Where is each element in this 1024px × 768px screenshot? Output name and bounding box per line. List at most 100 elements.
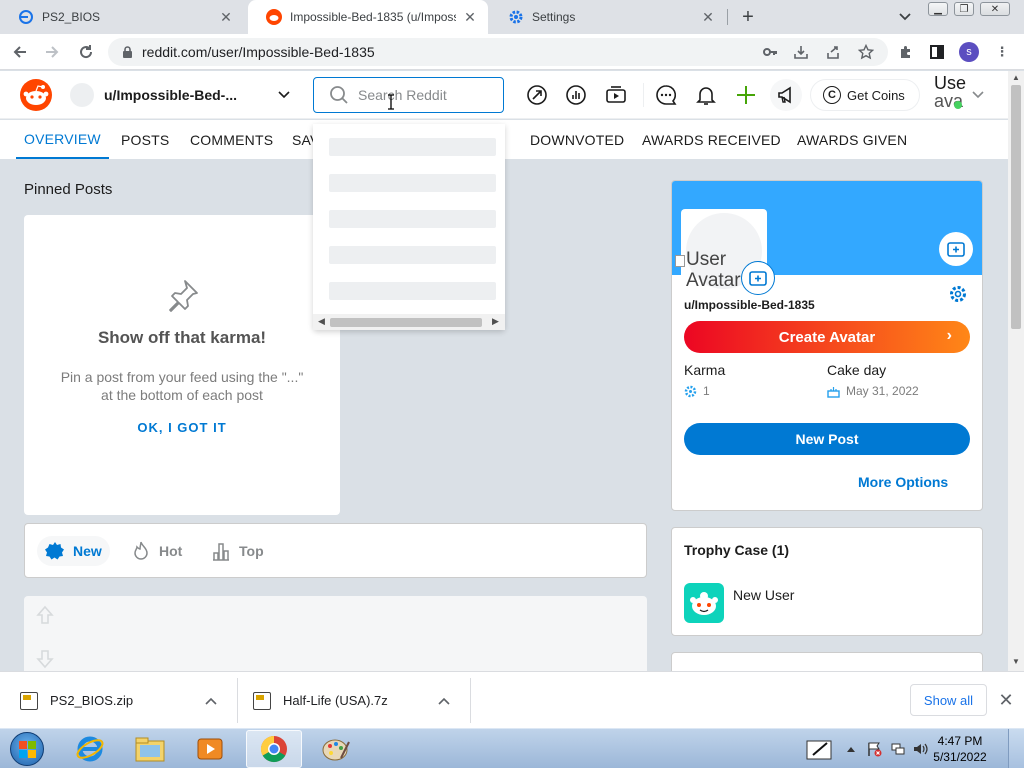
tab-overview[interactable]: OVERVIEW	[16, 120, 109, 159]
search-input[interactable]	[358, 87, 488, 103]
chevron-up-icon[interactable]	[204, 694, 218, 708]
tab-ps2-bios[interactable]: PS2_BIOS ✕	[0, 0, 244, 34]
chevron-up-icon[interactable]	[437, 694, 451, 708]
reload-button[interactable]	[74, 40, 98, 64]
back-button[interactable]	[8, 40, 32, 64]
profile-card: User Avatar u/Impossible-Bed-1835 Create…	[671, 180, 983, 511]
settings-gear-icon[interactable]	[947, 283, 969, 305]
avatar-alt-label: User Avatar	[686, 249, 741, 291]
key-icon[interactable]	[760, 42, 780, 62]
chat-icon[interactable]	[654, 83, 678, 107]
ok-got-it-button[interactable]: OK, I GOT IT	[24, 420, 340, 435]
pinned-posts-card: Show off that karma! Pin a post from you…	[24, 215, 340, 515]
broken-image-icon	[675, 251, 685, 272]
internet-explorer-icon[interactable]	[62, 730, 118, 768]
notification-bell-icon[interactable]	[694, 83, 718, 107]
get-coins-button[interactable]: C Get Coins	[810, 79, 920, 111]
clock-time: 4:47 PM	[937, 734, 983, 748]
download-item[interactable]: PS2_BIOS.zip	[20, 678, 234, 723]
show-desktop-button[interactable]	[1008, 729, 1024, 768]
pinned-empty-heading: Show off that karma!	[97, 328, 267, 347]
create-avatar-button[interactable]: Create Avatar ›	[684, 321, 970, 353]
action-center-flag-icon[interactable]	[864, 729, 884, 768]
more-options-link[interactable]: More Options	[858, 474, 948, 490]
tab-downvoted[interactable]: DOWNVOTED	[530, 120, 624, 159]
create-post-plus-icon[interactable]	[734, 83, 758, 107]
chevron-right-icon: ›	[946, 327, 952, 344]
reddit-logo-icon[interactable]	[20, 79, 52, 111]
scrollbar-thumb[interactable]	[330, 318, 482, 327]
page-scrollbar-thumb[interactable]	[1011, 85, 1021, 329]
share-icon[interactable]	[823, 42, 843, 62]
tab-search-chevron-icon[interactable]	[894, 6, 916, 28]
sort-top-button[interactable]: Top	[203, 536, 272, 566]
new-tab-button[interactable]: +	[736, 5, 760, 29]
tab-posts[interactable]: POSTS	[121, 120, 169, 159]
post-placeholder	[24, 596, 647, 676]
suggestion-placeholder	[329, 138, 496, 156]
lock-icon[interactable]	[120, 45, 134, 59]
close-window-button[interactable]: ✕	[980, 2, 1010, 16]
upvote-arrow-icon[interactable]	[34, 604, 56, 626]
popular-icon[interactable]	[525, 83, 549, 107]
tab-comments[interactable]: COMMENTS	[190, 120, 273, 159]
sort-new-button[interactable]: New	[37, 536, 110, 566]
stats-icon[interactable]	[564, 83, 588, 107]
chevron-down-icon	[276, 87, 292, 103]
forward-button[interactable]	[40, 40, 64, 64]
side-panel-icon[interactable]	[927, 42, 947, 62]
scroll-left-arrow-icon[interactable]: ◀	[318, 316, 325, 327]
sort-hot-button[interactable]: Hot	[123, 536, 190, 566]
chrome-taskbar-icon[interactable]	[246, 730, 302, 768]
close-tab-icon[interactable]: ✕	[218, 9, 234, 25]
community-switcher[interactable]: u/Impossible-Bed-...	[66, 77, 292, 113]
page-scrollbar[interactable]: ▲ ▼	[1008, 71, 1024, 671]
tab-awards-received[interactable]: AWARDS RECEIVED	[642, 120, 781, 159]
close-download-shelf-icon[interactable]: ✕	[996, 690, 1016, 710]
create-avatar-label: Create Avatar	[778, 328, 876, 346]
install-app-icon[interactable]	[791, 42, 811, 62]
downvote-arrow-icon[interactable]	[34, 648, 56, 670]
search-field[interactable]	[313, 77, 504, 113]
add-avatar-button[interactable]	[741, 261, 775, 295]
browser-menu-icon[interactable]: ⋮	[994, 42, 1010, 62]
video-icon[interactable]	[604, 83, 628, 107]
profile-avatar[interactable]: s	[959, 42, 979, 62]
tab-reddit-profile[interactable]: Impossible-Bed-1835 (u/Impossi ✕	[248, 0, 488, 34]
new-post-button[interactable]: New Post	[684, 423, 970, 455]
close-tab-icon[interactable]: ✕	[462, 9, 478, 25]
show-all-downloads-button[interactable]: Show all	[910, 684, 987, 716]
bookmark-star-icon[interactable]	[856, 42, 876, 62]
extensions-puzzle-icon[interactable]	[896, 42, 916, 62]
minimize-button[interactable]: ▁	[928, 2, 948, 16]
close-tab-icon[interactable]: ✕	[700, 9, 716, 25]
url-text: reddit.com/user/Impossible-Bed-1835	[142, 44, 375, 60]
tab-title: Impossible-Bed-1835 (u/Impossi	[290, 10, 456, 24]
file-explorer-icon[interactable]	[122, 730, 178, 768]
advertise-megaphone-icon[interactable]	[770, 79, 802, 111]
browser-tab-strip: PS2_BIOS ✕ Impossible-Bed-1835 (u/Imposs…	[0, 0, 1024, 34]
tab-awards-given[interactable]: AWARDS GIVEN	[797, 120, 907, 159]
pen-tablet-icon[interactable]	[802, 729, 836, 768]
add-banner-button[interactable]	[939, 232, 973, 266]
restore-button[interactable]: ❐	[954, 2, 974, 16]
sort-new-label: New	[73, 543, 102, 559]
system-clock[interactable]: 4:47 PM 5/31/2022	[930, 733, 990, 765]
horizontal-scrollbar[interactable]: ◀ ▶	[313, 314, 505, 330]
download-separator	[237, 678, 238, 723]
scroll-up-arrow-icon[interactable]: ▲	[1012, 73, 1020, 82]
user-menu-dropdown[interactable]: Use ava	[932, 71, 1002, 119]
volume-icon[interactable]	[910, 729, 930, 768]
network-icon[interactable]	[888, 729, 908, 768]
media-player-icon[interactable]	[182, 730, 238, 768]
header-divider	[643, 83, 644, 107]
trophy-case-title: Trophy Case (1)	[684, 542, 790, 558]
start-button[interactable]	[4, 729, 50, 768]
tab-title: PS2_BIOS	[42, 10, 101, 24]
show-hidden-icons-chevron-icon[interactable]	[844, 729, 858, 768]
scroll-right-arrow-icon[interactable]: ▶	[492, 316, 499, 327]
paint-icon[interactable]	[308, 730, 364, 768]
download-item[interactable]: Half-Life (USA).7z	[253, 678, 467, 723]
tab-settings[interactable]: Settings ✕	[490, 0, 726, 34]
scroll-down-arrow-icon[interactable]: ▼	[1012, 657, 1020, 666]
